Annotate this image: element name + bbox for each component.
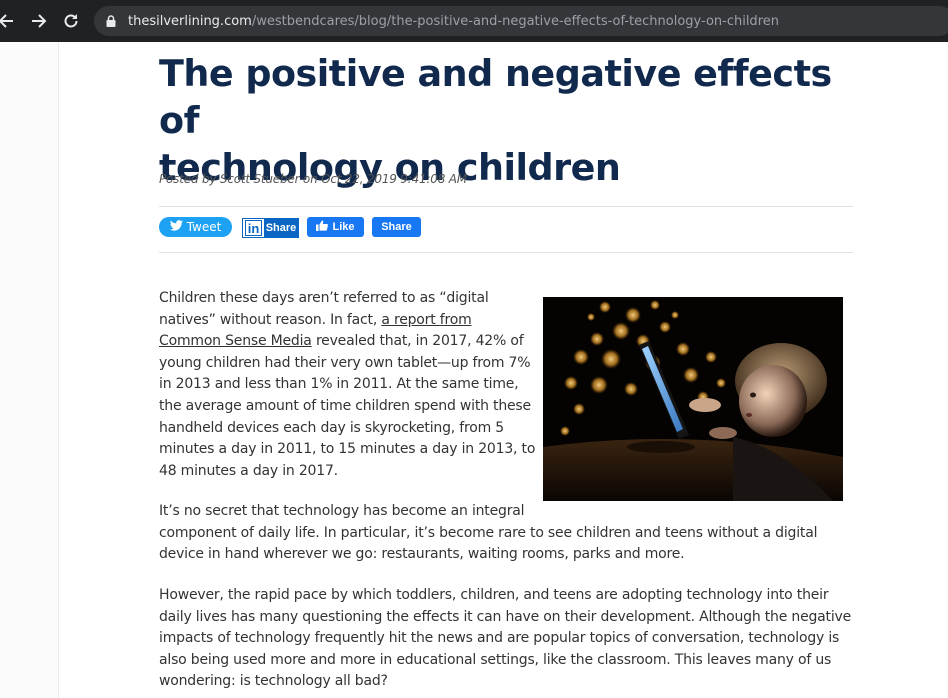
p1-line-2: natives” without reason. In fact, xyxy=(159,311,382,328)
divider-bottom xyxy=(159,252,853,253)
paragraph-2: It’s no secret that technology has becom… xyxy=(159,501,859,566)
reload-icon[interactable] xyxy=(59,9,83,33)
p1-line-3-rest: revealed that, in 2017, 42% of xyxy=(311,333,524,350)
p3-line-2: daily lives has many questioning the eff… xyxy=(159,608,852,625)
like-label: Like xyxy=(332,221,355,233)
url-domain: thesilverlining.com xyxy=(128,13,252,29)
p2-line-3: device in hand wherever we go: restauran… xyxy=(159,546,685,563)
url-path: /westbendcares/blog/the-positive-and-neg… xyxy=(251,13,779,29)
paragraph-3: However, the rapid pace by which toddler… xyxy=(159,585,879,693)
p1-line-8: minutes a day in 2011, to 15 minutes a d… xyxy=(159,441,536,458)
report-link[interactable]: a report from xyxy=(381,312,471,328)
back-arrow-icon[interactable] xyxy=(0,9,18,33)
paragraph-1: Children these days aren’t referred to a… xyxy=(159,288,539,482)
p1-line-7: handheld devices each day is skyrocketin… xyxy=(159,419,504,436)
browser-toolbar: thesilverlining.com/westbendcares/blog/t… xyxy=(0,0,948,42)
p1-line-4: young children had their very own tablet… xyxy=(159,354,531,371)
lock-icon[interactable] xyxy=(104,14,118,28)
page-title: The positive and negative effects of tech… xyxy=(159,50,859,191)
facebook-like-button[interactable]: Like xyxy=(307,217,364,237)
url-text[interactable]: thesilverlining.com/westbendcares/blog/t… xyxy=(128,14,779,29)
p1-line-9: 48 minutes a day in 2017. xyxy=(159,462,338,479)
p3-line-5: wondering: is technology all bad? xyxy=(159,673,388,690)
left-sidebar-rail xyxy=(0,42,59,698)
tweet-button[interactable]: Tweet xyxy=(159,217,232,237)
divider-top xyxy=(159,206,853,207)
p3-line-4: also being used more and more in educati… xyxy=(159,651,832,668)
p1-line-1: Children these days aren’t referred to a… xyxy=(159,290,489,306)
report-link-continued[interactable]: Common Sense Media xyxy=(159,333,312,349)
post-byline: Posted by Scott Stueber on Oct 22, 2019 … xyxy=(159,172,467,186)
forward-arrow-icon[interactable] xyxy=(27,9,51,33)
address-bar[interactable]: thesilverlining.com/westbendcares/blog/t… xyxy=(94,6,948,36)
fb-share-label: Share xyxy=(381,221,412,233)
p1-line-6: the average amount of time children spen… xyxy=(159,397,531,414)
linkedin-icon: in xyxy=(245,220,262,236)
title-line-1: The positive and negative effects of xyxy=(159,52,832,142)
p2-line-2: component of daily life. In particular, … xyxy=(159,524,818,541)
article-photo-child-with-tablet xyxy=(543,297,843,501)
twitter-bird-icon xyxy=(169,220,183,234)
p3-line-1: However, the rapid pace by which toddler… xyxy=(159,587,829,603)
thumbs-up-icon xyxy=(316,220,329,234)
p1-line-5: in 2013 and less than 1% in 2011. At the… xyxy=(159,376,519,393)
facebook-share-button[interactable]: Share xyxy=(372,217,421,237)
tweet-label: Tweet xyxy=(186,220,222,234)
linkedin-share-button[interactable]: in Share xyxy=(242,218,299,238)
linkedin-share-label: Share xyxy=(264,219,298,237)
p3-line-3: impacts of technology frequently hit the… xyxy=(159,630,840,647)
p2-line-1: It’s no secret that technology has becom… xyxy=(159,503,525,519)
